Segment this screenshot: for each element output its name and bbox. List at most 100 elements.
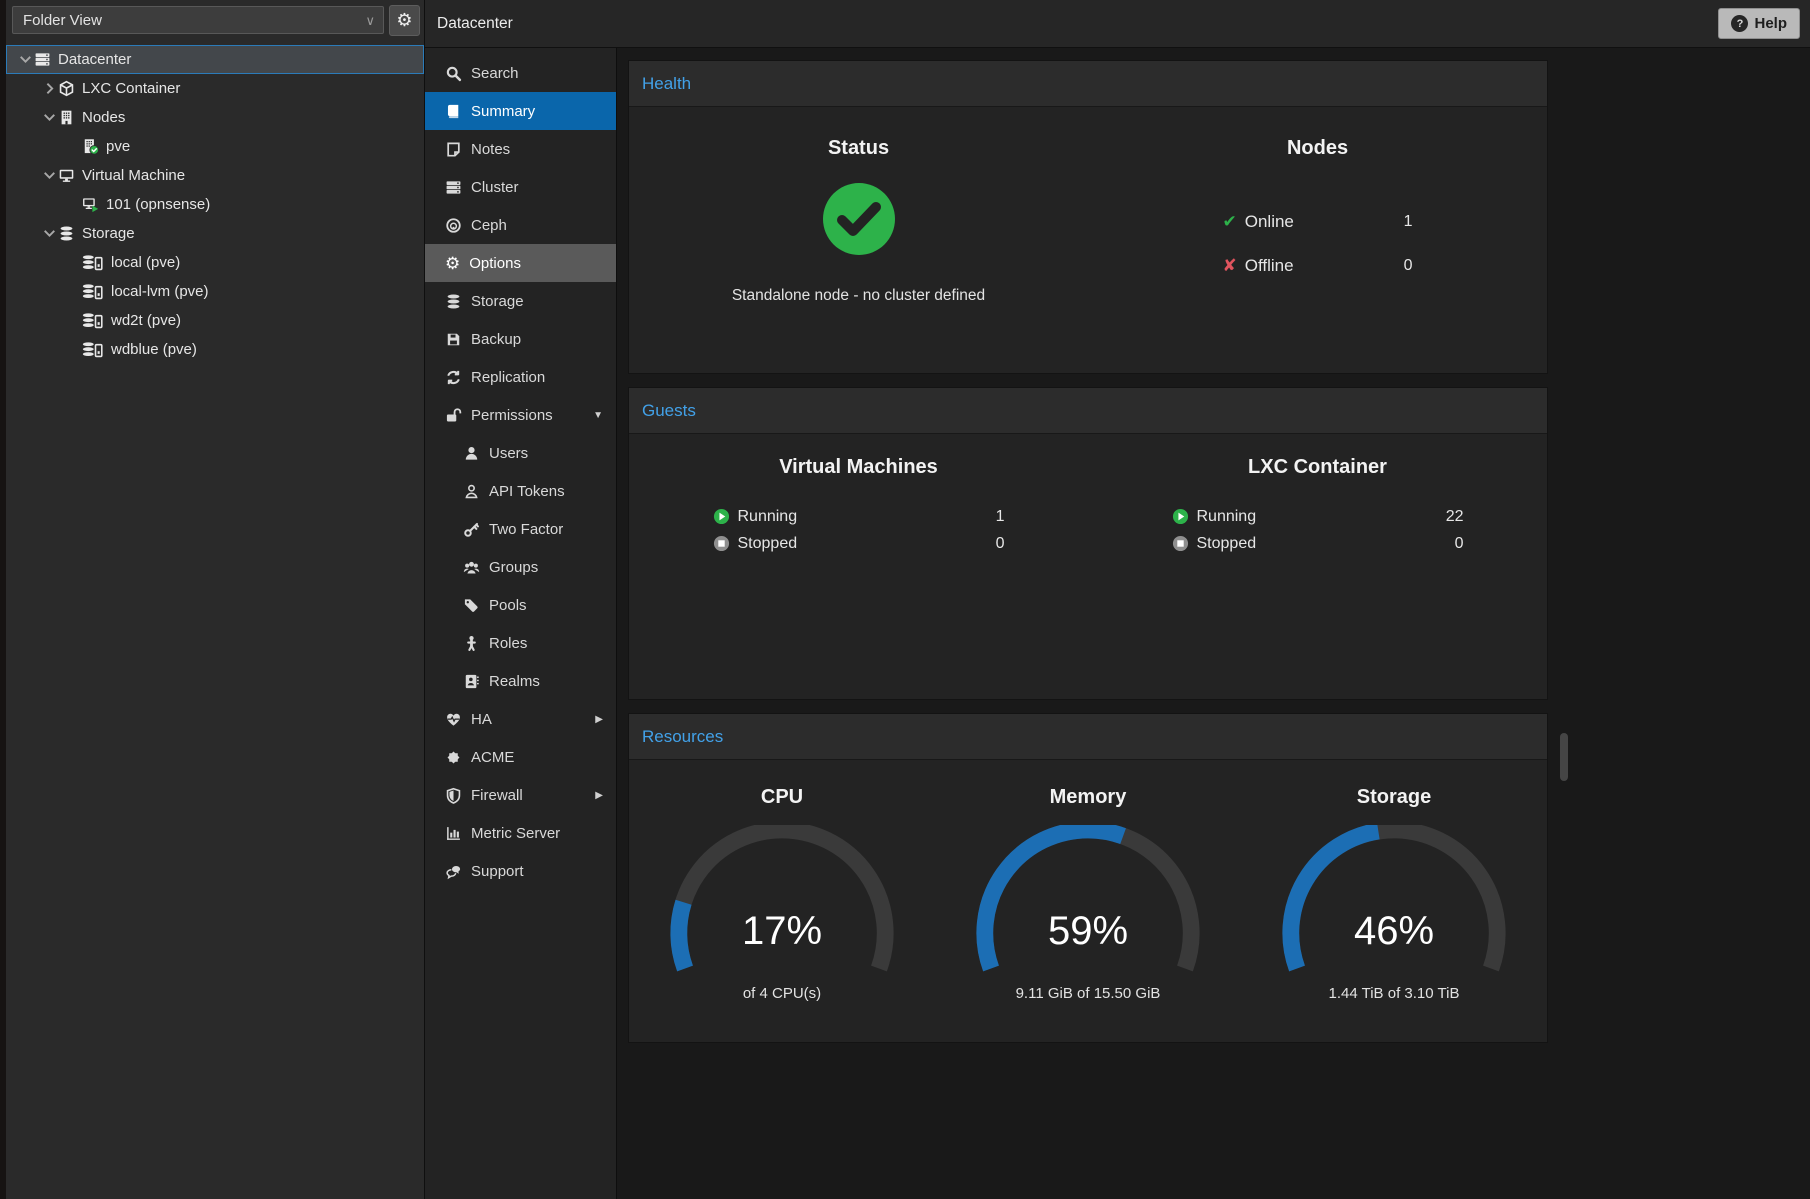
server-stack-icon [34, 51, 51, 68]
menu-item-options[interactable]: ⚙ Options [425, 244, 616, 282]
view-selector-combo[interactable]: Folder View ∨ [12, 6, 384, 34]
tree-item-storage-wdblue[interactable]: wdblue (pve) [6, 335, 424, 364]
stop-circle-icon [713, 535, 730, 552]
tree-item-label: LXC Container [82, 80, 180, 97]
lxc-running-row: Running 22 [1172, 503, 1464, 530]
tree-toolbar: Folder View ∨ ⚙ [6, 0, 424, 40]
node-online-icon [82, 138, 99, 155]
vm-heading: Virtual Machines [779, 456, 938, 479]
storage-drive-icon [82, 312, 104, 329]
menu-item-ha[interactable]: HA ▶ [425, 700, 616, 738]
scrollbar-thumb[interactable] [1560, 733, 1568, 781]
tree-item-lxc-container[interactable]: LXC Container [6, 74, 424, 103]
tree-item-nodes[interactable]: Nodes [6, 103, 424, 132]
tree-item-storage-local-lvm[interactable]: local-lvm (pve) [6, 277, 424, 306]
storage-drive-icon [82, 254, 104, 271]
menu-item-metric-server[interactable]: Metric Server [425, 814, 616, 852]
summary-content: Health Status Standalone node - no clust… [617, 48, 1810, 1199]
tree-item-storage[interactable]: Storage [6, 219, 424, 248]
menu-item-permissions[interactable]: Permissions ▼ [425, 396, 616, 434]
tree-settings-button[interactable]: ⚙ [389, 5, 420, 36]
memory-heading: Memory [1050, 786, 1127, 809]
collapse-arrow-icon[interactable]: ▼ [593, 410, 603, 421]
menu-item-support[interactable]: Support [425, 852, 616, 890]
building-icon [58, 109, 75, 126]
nodes-online-row: ✔Online 1 [1223, 200, 1413, 244]
gear-icon: ⚙ [396, 11, 412, 29]
menu-item-notes[interactable]: Notes [425, 130, 616, 168]
menu-item-search[interactable]: Search [425, 54, 616, 92]
ceph-icon [445, 217, 462, 234]
memory-detail: 9.11 GiB of 15.50 GiB [1016, 985, 1161, 1002]
menu-item-replication[interactable]: Replication [425, 358, 616, 396]
menu-item-cluster[interactable]: Cluster [425, 168, 616, 206]
proxmox-app: Folder View ∨ ⚙ Datacenter LXC Container… [0, 0, 1810, 1199]
datacenter-menu: Search Summary Notes Cluster Ceph [425, 48, 617, 1199]
status-ok-icon [822, 182, 896, 261]
database-icon [58, 225, 75, 242]
content-topbar: Datacenter ? Help [425, 0, 1810, 48]
tree-item-label: pve [106, 138, 130, 155]
stop-circle-icon [1172, 535, 1189, 552]
tree-item-label: Virtual Machine [82, 167, 185, 184]
tree-item-storage-wd2t[interactable]: wd2t (pve) [6, 306, 424, 335]
unlock-icon [445, 407, 462, 424]
selected-node-title: Datacenter [437, 15, 513, 33]
tree-item-label: wd2t (pve) [111, 312, 181, 329]
user-icon [463, 445, 480, 462]
menu-item-ceph[interactable]: Ceph [425, 206, 616, 244]
status-heading: Status [828, 137, 889, 160]
tag-icon [463, 597, 480, 614]
expand-arrow-icon[interactable]: ▶ [595, 790, 603, 801]
lxc-column: LXC Container Running 22 Stopped 0 [1088, 456, 1547, 557]
lxc-running-count: 22 [1446, 508, 1464, 526]
users-icon [463, 559, 480, 576]
tree-item-pve[interactable]: pve [6, 132, 424, 161]
menu-item-roles[interactable]: Roles [425, 624, 616, 662]
tree-item-storage-local[interactable]: local (pve) [6, 248, 424, 277]
menu-item-acme[interactable]: ACME [425, 738, 616, 776]
menu-item-summary[interactable]: Summary [425, 92, 616, 130]
shield-icon [445, 787, 462, 804]
menu-item-two-factor[interactable]: Two Factor [425, 510, 616, 548]
tree-item-label: local (pve) [111, 254, 180, 271]
status-message: Standalone node - no cluster defined [732, 287, 985, 305]
storage-gauge-column: Storage 46% 1.44 TiB of 3.10 TiB [1241, 786, 1547, 1002]
guests-panel-header: Guests [629, 388, 1547, 434]
menu-item-pools[interactable]: Pools [425, 586, 616, 624]
menu-item-users[interactable]: Users [425, 434, 616, 472]
nodes-column: Nodes ✔Online 1 ✘Offline 0 [1088, 107, 1547, 373]
cluster-status-column: Status Standalone node - no cluster defi… [629, 107, 1088, 373]
help-button[interactable]: ? Help [1718, 8, 1800, 39]
chevron-down-icon[interactable] [41, 225, 58, 242]
content-scrollbar[interactable] [1559, 48, 1569, 1199]
book-icon [445, 103, 462, 120]
menu-item-api-tokens[interactable]: API Tokens [425, 472, 616, 510]
menu-item-realms[interactable]: Realms [425, 662, 616, 700]
virtual-machines-column: Virtual Machines Running 1 Stopped 0 [629, 456, 1088, 557]
tree-item-vm-101[interactable]: 101 (opnsense) [6, 190, 424, 219]
menu-item-firewall[interactable]: Firewall ▶ [425, 776, 616, 814]
menu-item-backup[interactable]: Backup [425, 320, 616, 358]
chevron-down-icon[interactable] [17, 51, 34, 68]
tree-item-label: wdblue (pve) [111, 341, 197, 358]
chevron-right-icon[interactable] [41, 80, 58, 97]
expand-arrow-icon[interactable]: ▶ [595, 714, 603, 725]
cpu-gauge-column: CPU 17% of 4 CPU(s) [629, 786, 935, 1002]
storage-drive-icon [82, 283, 104, 300]
play-circle-icon [1172, 508, 1189, 525]
storage-drive-icon [82, 341, 104, 358]
menu-item-storage[interactable]: Storage [425, 282, 616, 320]
tree-item-virtual-machine[interactable]: Virtual Machine [6, 161, 424, 190]
check-icon: ✔ [1223, 212, 1237, 232]
resource-tree: Datacenter LXC Container Nodes pve V [6, 40, 424, 1199]
database-icon [445, 293, 462, 310]
chevron-down-icon[interactable] [41, 109, 58, 126]
user-outline-icon [463, 483, 480, 500]
resource-tree-panel: Folder View ∨ ⚙ Datacenter LXC Container… [6, 0, 425, 1199]
tree-item-datacenter[interactable]: Datacenter [6, 45, 424, 74]
tree-item-label: Datacenter [58, 51, 131, 68]
chevron-down-icon[interactable] [41, 167, 58, 184]
cpu-gauge: 17% [662, 825, 902, 979]
menu-item-groups[interactable]: Groups [425, 548, 616, 586]
